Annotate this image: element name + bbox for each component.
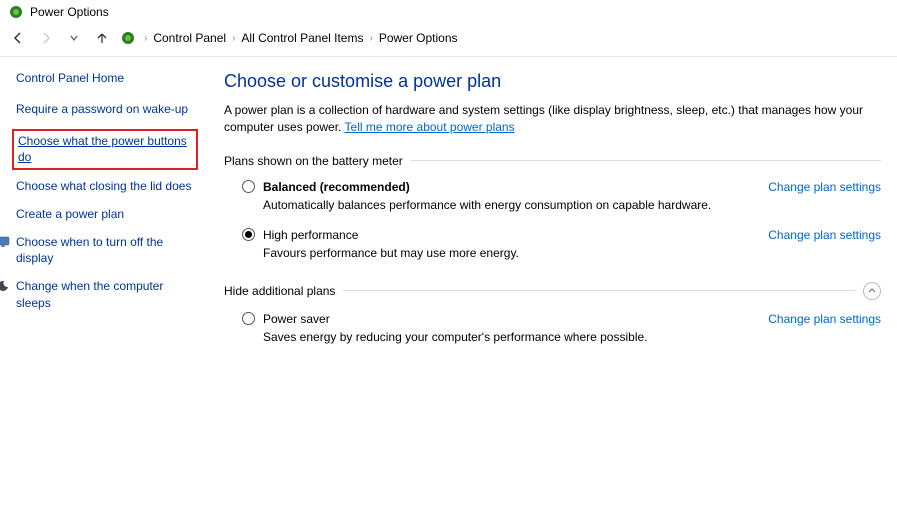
- breadcrumb-item[interactable]: Control Panel: [153, 31, 226, 45]
- power-options-icon: [120, 30, 136, 46]
- plan-description: Saves energy by reducing your computer's…: [263, 330, 881, 344]
- plan-high-performance: High performance Change plan settings Fa…: [242, 228, 881, 260]
- breadcrumb-item[interactable]: Power Options: [379, 31, 458, 45]
- plan-name[interactable]: Balanced (recommended): [263, 180, 410, 194]
- window-title: Power Options: [30, 5, 109, 19]
- divider: [411, 160, 881, 161]
- plan-description: Automatically balances performance with …: [263, 198, 881, 212]
- chevron-right-icon: ›: [232, 33, 235, 44]
- sidebar-link-turn-off-display[interactable]: Choose when to turn off the display: [16, 234, 194, 266]
- intro-text-content: A power plan is a collection of hardware…: [224, 103, 863, 134]
- section-additional: Hide additional plans: [224, 282, 881, 300]
- control-panel-home-link[interactable]: Control Panel Home: [16, 71, 194, 85]
- chevron-right-icon: ›: [369, 33, 372, 44]
- change-plan-settings-link[interactable]: Change plan settings: [768, 180, 881, 194]
- section-battery-meter: Plans shown on the battery meter: [224, 154, 881, 168]
- display-icon: [0, 235, 10, 249]
- change-plan-settings-link[interactable]: Change plan settings: [768, 228, 881, 242]
- breadcrumb: › Control Panel › All Control Panel Item…: [144, 31, 889, 45]
- navbar: › Control Panel › All Control Panel Item…: [0, 24, 897, 57]
- sidebar-link-power-buttons[interactable]: Choose what the power buttons do: [12, 129, 198, 169]
- recent-dropdown[interactable]: [64, 28, 84, 48]
- collapse-button[interactable]: [863, 282, 881, 300]
- up-button[interactable]: [92, 28, 112, 48]
- page-heading: Choose or customise a power plan: [224, 71, 881, 92]
- content-area: Control Panel Home Require a password on…: [0, 57, 897, 376]
- sidebar-link-create-plan[interactable]: Create a power plan: [16, 206, 194, 222]
- section-label: Plans shown on the battery meter: [224, 154, 403, 168]
- sidebar-link-closing-lid[interactable]: Choose what closing the lid does: [16, 178, 194, 194]
- radio-power-saver[interactable]: [242, 312, 255, 325]
- radio-balanced[interactable]: [242, 180, 255, 193]
- plan-balanced: Balanced (recommended) Change plan setti…: [242, 180, 881, 212]
- plan-power-saver: Power saver Change plan settings Saves e…: [242, 312, 881, 344]
- sidebar: Control Panel Home Require a password on…: [16, 71, 206, 360]
- moon-icon: [0, 279, 10, 293]
- tell-me-more-link[interactable]: Tell me more about power plans: [345, 120, 515, 134]
- plan-name[interactable]: High performance: [263, 228, 358, 242]
- power-options-icon: [8, 4, 24, 20]
- main-panel: Choose or customise a power plan A power…: [206, 71, 881, 360]
- forward-button[interactable]: [36, 28, 56, 48]
- chevron-right-icon: ›: [144, 33, 147, 44]
- plan-description: Favours performance but may use more ene…: [263, 246, 881, 260]
- intro-text: A power plan is a collection of hardware…: [224, 102, 881, 136]
- section-label: Hide additional plans: [224, 284, 335, 298]
- sidebar-link-computer-sleeps[interactable]: Change when the computer sleeps: [16, 278, 194, 310]
- change-plan-settings-link[interactable]: Change plan settings: [768, 312, 881, 326]
- radio-high-performance[interactable]: [242, 228, 255, 241]
- back-button[interactable]: [8, 28, 28, 48]
- plan-name[interactable]: Power saver: [263, 312, 330, 326]
- breadcrumb-item[interactable]: All Control Panel Items: [241, 31, 363, 45]
- sidebar-link-password-wakeup[interactable]: Require a password on wake-up: [16, 101, 194, 117]
- divider: [343, 290, 855, 291]
- titlebar: Power Options: [0, 0, 897, 24]
